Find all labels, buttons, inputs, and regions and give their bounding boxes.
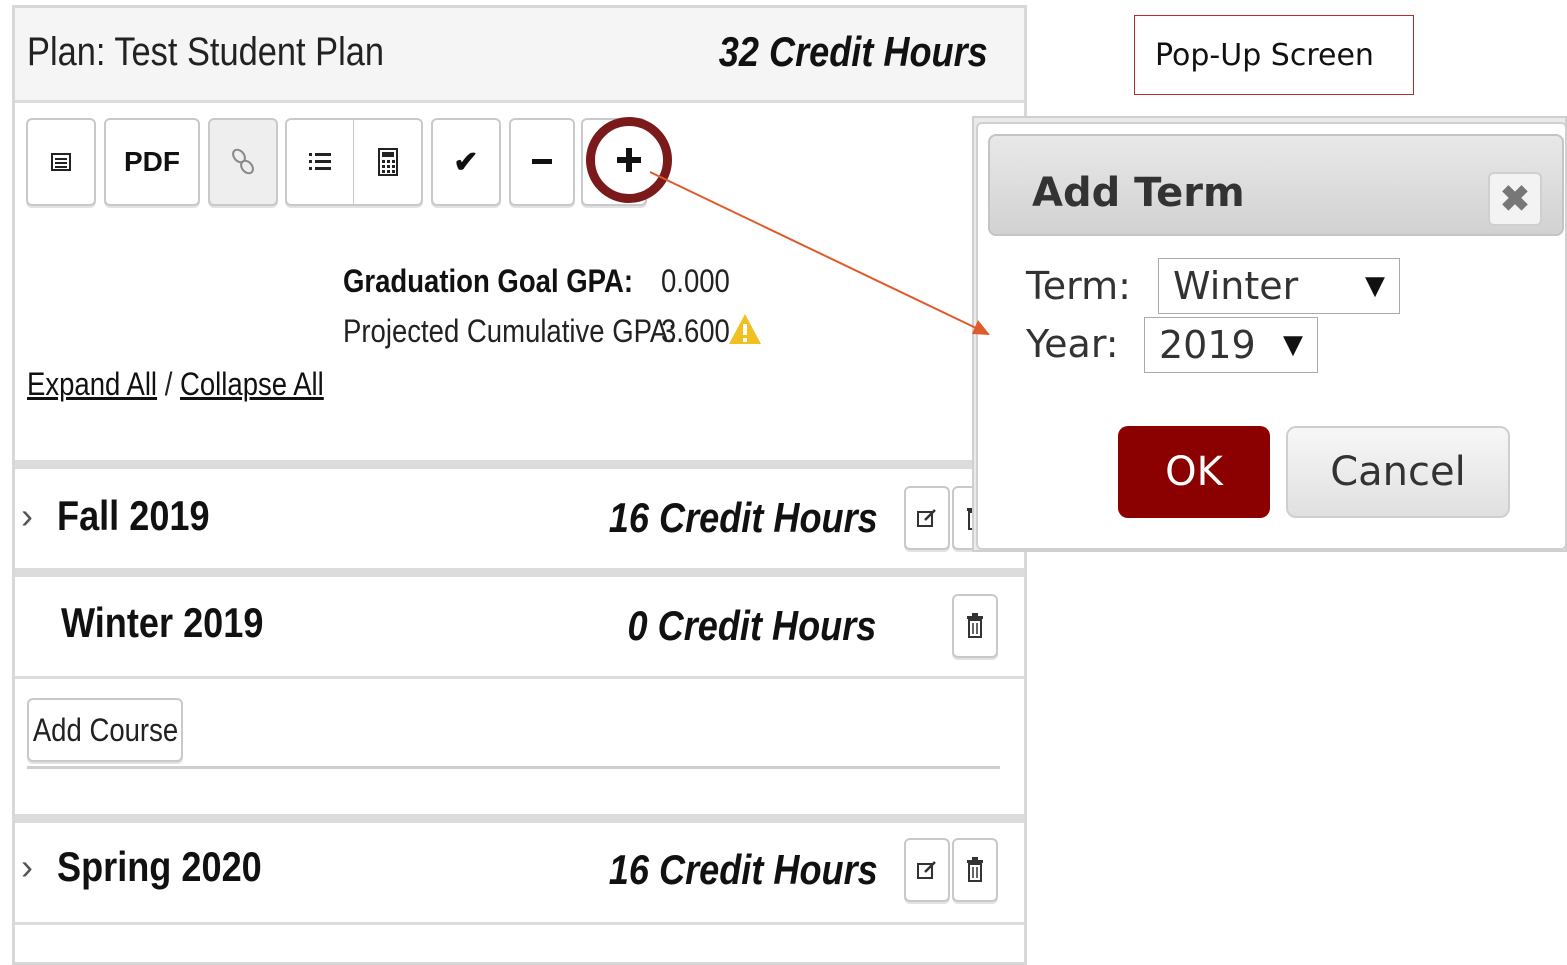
link-icon bbox=[232, 148, 254, 175]
divider bbox=[27, 766, 1000, 769]
plan-title: Plan: Test Student Plan bbox=[27, 30, 384, 74]
term-credits-spring-2020: 16 Credit Hours bbox=[609, 846, 878, 893]
term-title-spring-2020: Spring 2020 bbox=[57, 843, 262, 890]
list-view-button[interactable] bbox=[26, 118, 96, 206]
pdf-button[interactable]: PDF bbox=[104, 118, 200, 206]
edit-term-button[interactable] bbox=[904, 838, 950, 902]
trash-icon bbox=[967, 857, 983, 882]
popup-caption: Pop-Up Screen bbox=[1134, 15, 1414, 95]
links-separator: / bbox=[157, 366, 180, 402]
plan-panel: Plan: Test Student Plan 32 Credit Hours … bbox=[12, 5, 1027, 965]
list-icon bbox=[309, 153, 331, 170]
plan-header: Plan: Test Student Plan 32 Credit Hours bbox=[15, 8, 1024, 103]
dialog-titlebar[interactable]: Add Term ✖ bbox=[988, 134, 1564, 236]
ok-button[interactable]: OK bbox=[1118, 426, 1270, 518]
remove-term-button[interactable] bbox=[509, 118, 575, 206]
year-label: Year: bbox=[1026, 322, 1119, 366]
close-icon: ✖ bbox=[1499, 178, 1531, 219]
divider bbox=[15, 568, 1024, 577]
expand-collapse-links: Expand All / Collapse All bbox=[27, 366, 324, 403]
check-button[interactable]: ✔ bbox=[431, 118, 501, 206]
chevron-down-icon: ▼ bbox=[1365, 271, 1385, 301]
delete-term-button[interactable] bbox=[952, 838, 998, 902]
term-select-value: Winter bbox=[1173, 264, 1299, 308]
expand-chevron-icon[interactable]: › bbox=[21, 846, 33, 888]
year-select-value: 2019 bbox=[1159, 323, 1256, 367]
expand-chevron-icon[interactable]: › bbox=[21, 495, 33, 537]
cancel-button[interactable]: Cancel bbox=[1286, 426, 1510, 518]
close-button[interactable]: ✖ bbox=[1488, 172, 1542, 226]
add-term-dialog: Add Term ✖ Term: Winter ▼ Year: 2019 ▼ O… bbox=[976, 122, 1567, 550]
plan-total-credits: 32 Credit Hours bbox=[719, 28, 988, 75]
delete-term-button[interactable] bbox=[952, 594, 998, 658]
term-credits-winter-2019: 0 Credit Hours bbox=[627, 602, 876, 649]
minus-icon bbox=[532, 159, 552, 164]
edit-icon bbox=[917, 861, 936, 879]
graduation-goal-gpa-label: Graduation Goal GPA: bbox=[343, 263, 633, 299]
term-select[interactable]: Winter ▼ bbox=[1158, 258, 1400, 314]
projected-gpa-label: Projected Cumulative GPA: bbox=[343, 313, 676, 349]
year-select[interactable]: 2019 ▼ bbox=[1144, 317, 1318, 373]
term-title-fall-2019: Fall 2019 bbox=[57, 492, 210, 539]
pdf-button-label: PDF bbox=[124, 146, 180, 177]
edit-term-button[interactable] bbox=[904, 486, 950, 550]
add-course-label: Add Course bbox=[32, 711, 178, 748]
chevron-down-icon: ▼ bbox=[1283, 330, 1303, 360]
trash-icon bbox=[967, 613, 983, 638]
check-icon: ✔ bbox=[453, 145, 479, 179]
projected-gpa-value: 3.600 bbox=[661, 313, 730, 349]
divider bbox=[15, 814, 1024, 823]
list-view-icon bbox=[51, 153, 71, 171]
term-title-winter-2019: Winter 2019 bbox=[61, 599, 264, 646]
divider bbox=[15, 676, 1024, 679]
term-label: Term: bbox=[1026, 264, 1131, 308]
dialog-title: Add Term bbox=[1032, 170, 1245, 216]
expand-all-link[interactable]: Expand All bbox=[27, 366, 157, 402]
plus-icon bbox=[617, 148, 641, 172]
collapse-all-link[interactable]: Collapse All bbox=[180, 366, 324, 402]
term-credits-fall-2019: 16 Credit Hours bbox=[609, 494, 878, 541]
edit-icon bbox=[917, 509, 936, 527]
divider bbox=[15, 460, 1024, 469]
link-button[interactable] bbox=[208, 118, 278, 206]
list-button[interactable] bbox=[285, 118, 354, 206]
warning-icon bbox=[729, 314, 761, 344]
add-term-highlight bbox=[586, 117, 672, 203]
divider bbox=[15, 922, 1024, 925]
add-course-button[interactable]: Add Course bbox=[27, 698, 183, 762]
graduation-goal-gpa-value: 0.000 bbox=[661, 263, 730, 299]
calculator-icon bbox=[377, 148, 398, 176]
calculator-button[interactable] bbox=[353, 118, 423, 206]
